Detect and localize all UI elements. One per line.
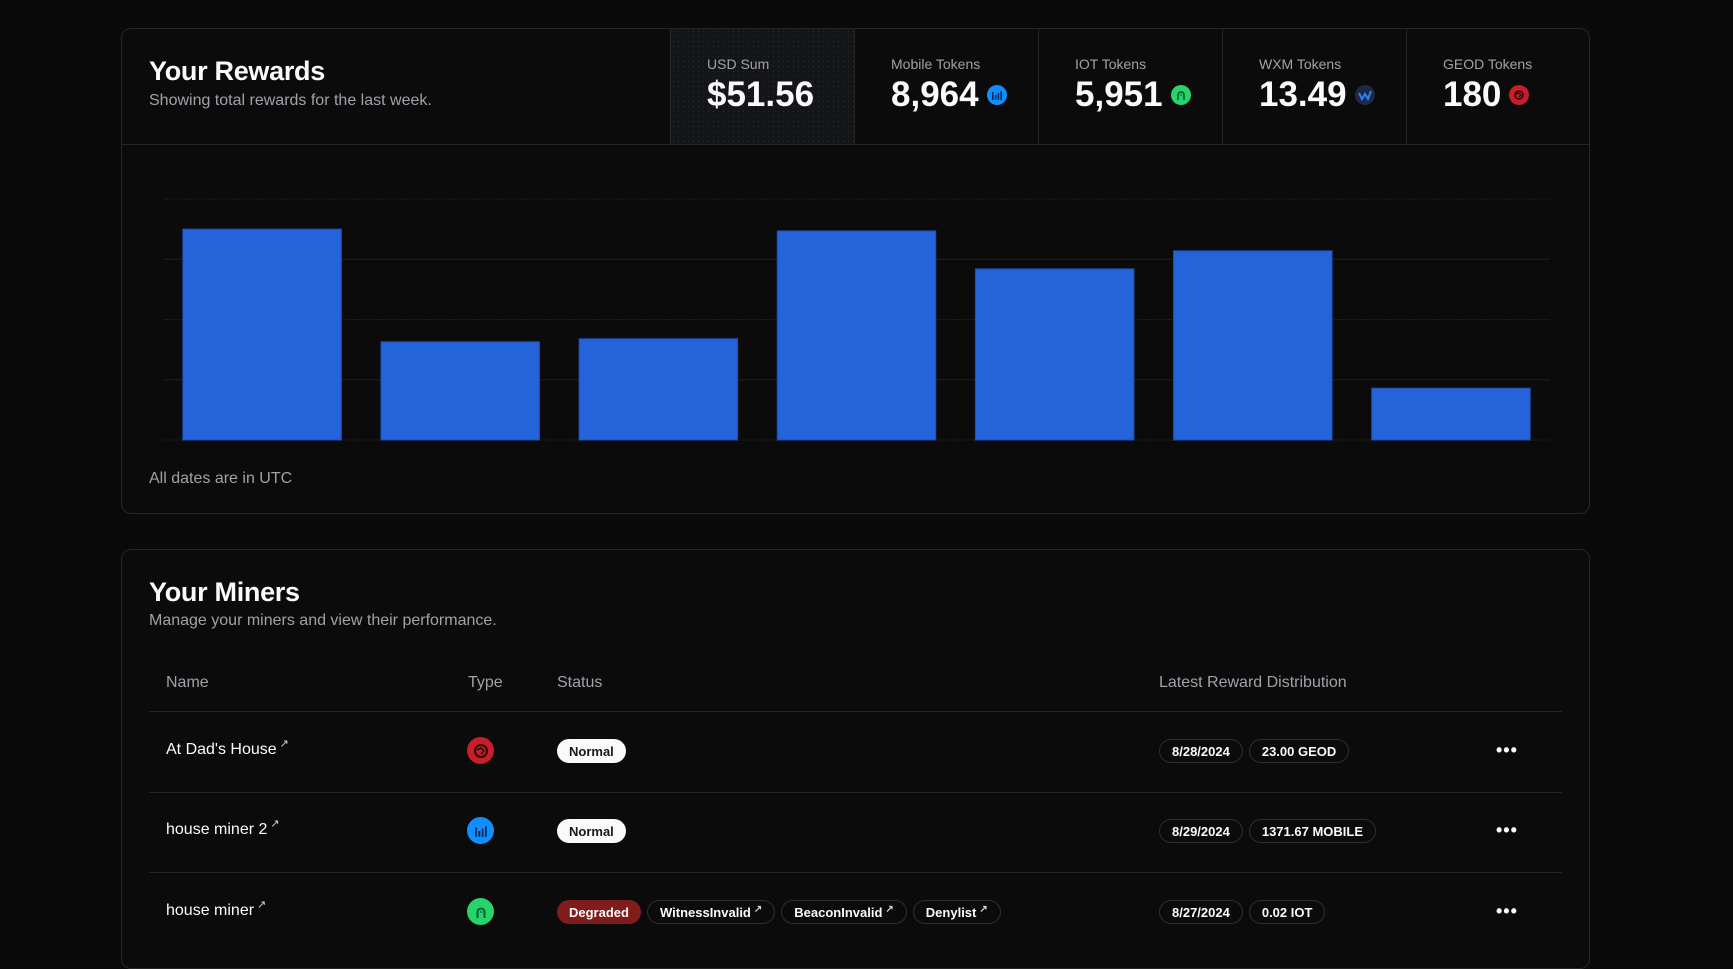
rewards-bar-chart: Aug 23Aug 24Aug 25Aug 26Aug 27Aug 28Aug …	[163, 198, 1550, 441]
rewards-title: Your Rewards	[149, 56, 325, 86]
row-actions-button[interactable]: •••	[1496, 741, 1518, 759]
wxm-token-icon	[1354, 85, 1375, 105]
column-header-latest-reward[interactable]: Latest Reward Distribution	[1159, 674, 1347, 692]
miner-name-link[interactable]: At Dad's House ↗	[166, 738, 289, 759]
latest-reward: 8/29/2024 1371.67 MOBILE	[1159, 819, 1376, 843]
external-link-icon: ↗	[979, 903, 988, 915]
geod-token-icon	[1509, 85, 1530, 105]
chart-bar[interactable]	[1371, 387, 1531, 441]
stat-iot-tokens[interactable]: IOT Tokens 5,951	[1038, 29, 1222, 144]
stat-value: 13.49	[1259, 75, 1375, 115]
reward-date-badge: 8/29/2024	[1159, 819, 1243, 843]
status-badges: Normal	[557, 739, 626, 763]
badge-label[interactable]: WitnessInvalid	[660, 905, 751, 920]
timezone-note: All dates are in UTC	[149, 470, 293, 487]
row-actions-button[interactable]: •••	[1496, 821, 1518, 839]
stat-usd-sum[interactable]: USD Sum $51.56	[670, 29, 854, 144]
rewards-card: Your Rewards Showing total rewards for t…	[121, 28, 1590, 514]
reward-amount-badge: 0.02 IOT	[1248, 900, 1326, 924]
external-link-icon: ↗	[279, 738, 289, 750]
chart-bar[interactable]	[182, 228, 342, 441]
mobile-type-icon	[467, 817, 494, 844]
external-link-icon: ↗	[753, 903, 763, 915]
rewards-subtitle: Showing total rewards for the last week.	[149, 92, 432, 109]
external-link-icon: ↗	[885, 903, 894, 915]
chart-bar[interactable]	[974, 268, 1135, 441]
miners-title: Your Miners	[149, 577, 300, 607]
reward-amount-badge: 1371.67 MOBILE	[1248, 819, 1376, 843]
chart-bar[interactable]	[578, 338, 739, 441]
column-header-type[interactable]: Type	[468, 674, 503, 692]
column-header-status[interactable]: Status	[557, 674, 602, 692]
miner-name-link[interactable]: house miner 2 ↗	[166, 818, 280, 839]
stat-value: 8,964	[891, 75, 1007, 115]
badge-label[interactable]: Denylist	[926, 905, 977, 920]
stat-value-text: 180	[1443, 75, 1502, 114]
status-badge-beacon-invalid-link[interactable]: BeaconInvalid ↗	[781, 900, 907, 924]
reward-date-badge: 8/28/2024	[1159, 739, 1243, 763]
miner-name[interactable]: house miner 2	[166, 821, 267, 839]
status-badge-degraded: Degraded	[557, 900, 641, 924]
stat-label: GEOD Tokens	[1443, 56, 1533, 72]
latest-reward: 8/28/2024 23.00 GEOD	[1159, 739, 1350, 763]
row-divider	[149, 792, 1562, 793]
table-header-divider	[149, 711, 1562, 712]
status-badge-denylist-link[interactable]: Denylist ↗	[912, 900, 1001, 924]
reward-date-badge: 8/27/2024	[1159, 900, 1243, 924]
status-badge: Normal	[557, 819, 626, 843]
miner-name[interactable]: house miner	[166, 902, 254, 920]
column-header-name[interactable]: Name	[166, 674, 209, 692]
stat-value: $51.56	[707, 75, 814, 115]
stat-value-text: $51.56	[707, 75, 815, 114]
row-actions-button[interactable]: •••	[1496, 902, 1518, 920]
miners-subtitle: Manage your miners and view their perfor…	[149, 612, 497, 629]
chart-bar[interactable]	[1173, 250, 1333, 441]
external-link-icon: ↗	[257, 899, 267, 911]
rewards-header: Your Rewards Showing total rewards for t…	[122, 29, 1589, 145]
status-badge-witness-invalid-link[interactable]: WitnessInvalid ↗	[646, 900, 776, 924]
status-badges: Degraded WitnessInvalid ↗ BeaconInvalid ↗ …	[557, 900, 1001, 924]
stat-value-text: 5,951	[1075, 75, 1163, 114]
stat-label: IOT Tokens	[1075, 56, 1147, 72]
chart-bar[interactable]	[776, 230, 937, 441]
status-badge: Normal	[557, 739, 626, 763]
stat-label: Mobile Tokens	[891, 56, 981, 72]
status-badges: Normal	[557, 819, 626, 843]
stat-geod-tokens[interactable]: GEOD Tokens 180	[1406, 29, 1590, 144]
geod-type-icon	[467, 737, 494, 764]
stat-value: 5,951	[1075, 75, 1191, 115]
iot-token-icon	[1170, 85, 1191, 105]
stat-label: WXM Tokens	[1259, 56, 1342, 72]
badge-label[interactable]: BeaconInvalid	[794, 905, 882, 920]
reward-amount-badge: 23.00 GEOD	[1248, 739, 1350, 763]
stat-wxm-tokens[interactable]: WXM Tokens 13.49	[1222, 29, 1406, 144]
external-link-icon: ↗	[270, 818, 280, 830]
stat-value-text: 13.49	[1259, 75, 1347, 114]
stat-value: 180	[1443, 75, 1530, 115]
miner-name-link[interactable]: house miner ↗	[166, 899, 266, 920]
mobile-token-icon	[986, 85, 1007, 105]
stat-mobile-tokens[interactable]: Mobile Tokens 8,964	[854, 29, 1038, 144]
latest-reward: 8/27/2024 0.02 IOT	[1159, 900, 1326, 924]
stat-label: USD Sum	[707, 56, 770, 72]
miner-name[interactable]: At Dad's House	[166, 741, 277, 759]
iot-type-icon	[467, 898, 494, 925]
miners-card: Your Miners Manage your miners and view …	[121, 549, 1590, 969]
row-divider	[149, 872, 1562, 873]
stat-value-text: 8,964	[891, 75, 979, 114]
chart-bar[interactable]	[380, 341, 540, 441]
